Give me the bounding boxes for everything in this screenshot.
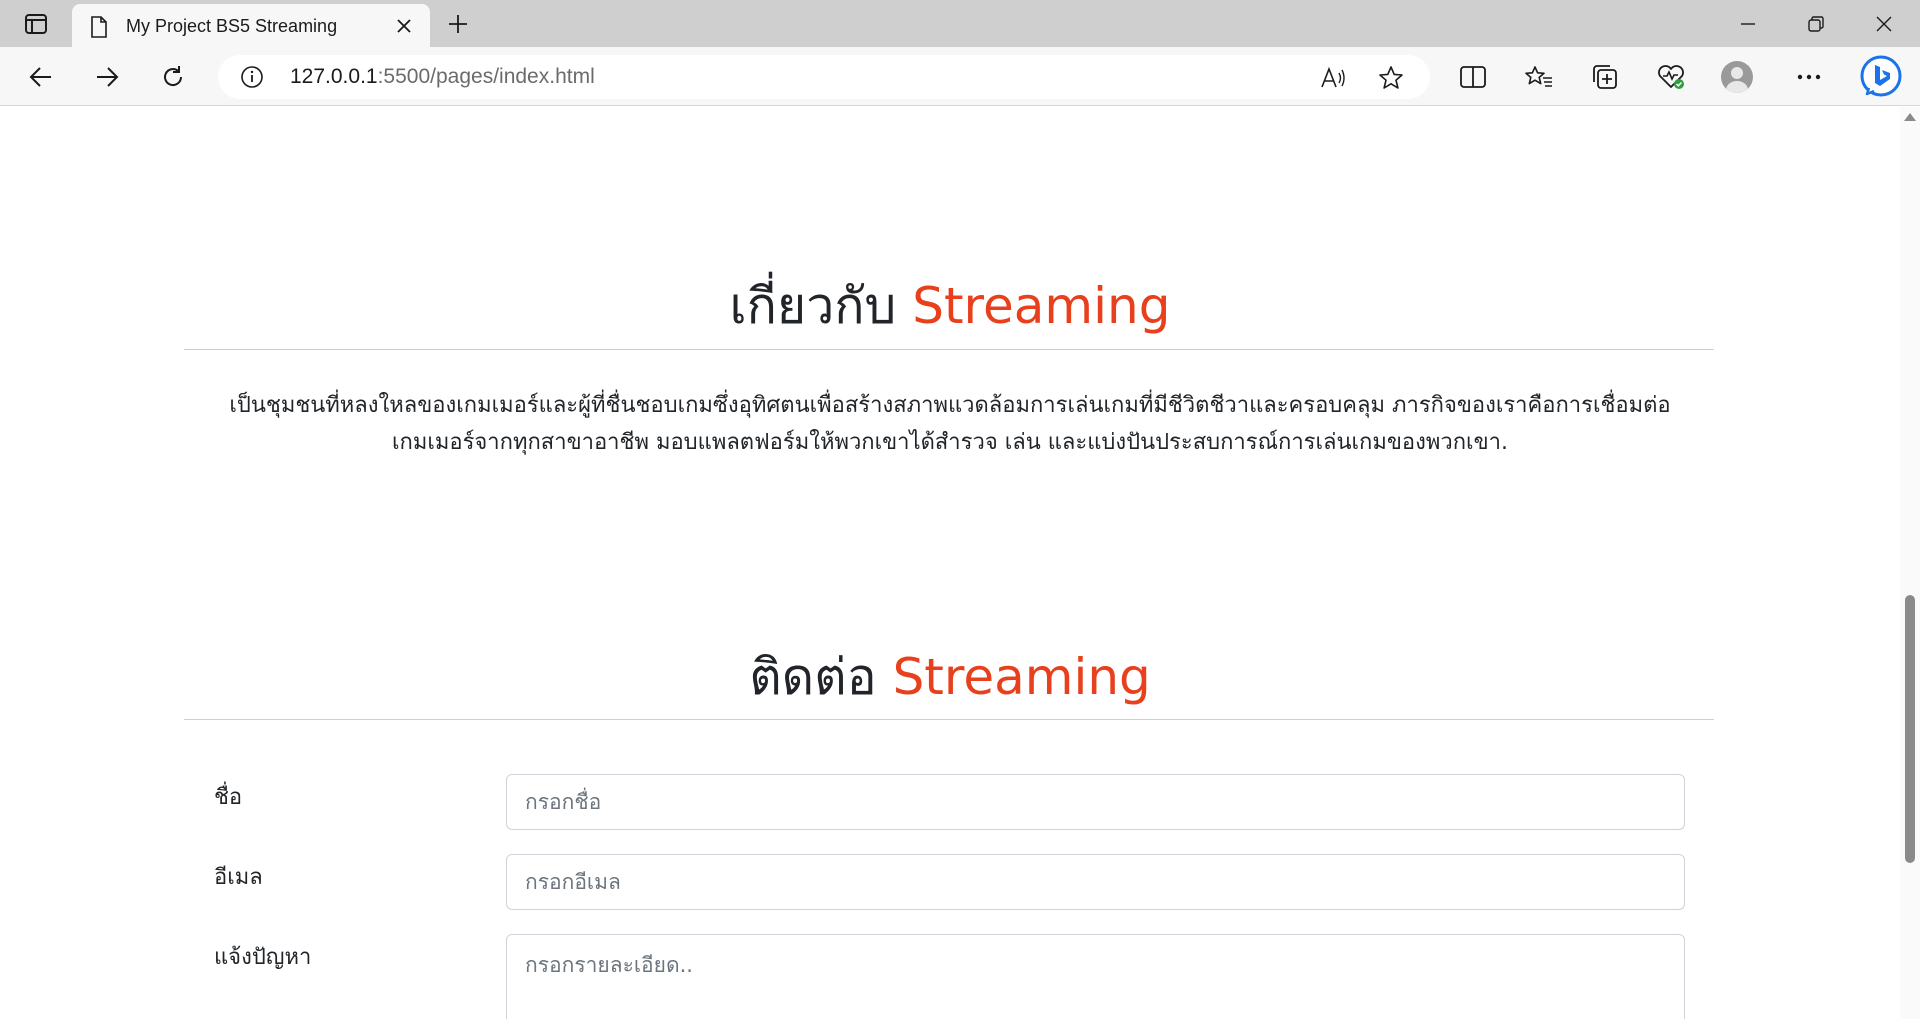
minimize-icon[interactable] — [1714, 0, 1782, 47]
split-screen-icon[interactable] — [1454, 58, 1492, 96]
scrollbar-thumb[interactable] — [1905, 595, 1915, 863]
contact-divider — [184, 719, 1714, 720]
name-label: ชื่อ — [214, 785, 243, 810]
new-tab-icon[interactable] — [442, 8, 474, 40]
back-icon[interactable] — [22, 58, 60, 96]
name-input[interactable] — [506, 774, 1685, 830]
read-aloud-icon[interactable] — [1318, 63, 1348, 93]
favorite-star-icon[interactable] — [1376, 63, 1406, 93]
email-label: อีเมล — [214, 865, 263, 890]
tab-actions-icon[interactable] — [18, 10, 54, 38]
forward-icon[interactable] — [88, 58, 126, 96]
browser-toolbar: 127.0.0.1:5500/pages/index.html — [0, 47, 1920, 106]
contact-heading: ติดต่อ Streaming — [0, 638, 1900, 717]
browser-essentials-icon[interactable] — [1652, 58, 1690, 96]
about-heading-accent: Streaming — [912, 277, 1171, 335]
refresh-icon[interactable] — [154, 58, 192, 96]
url-host: 127.0.0.1 — [290, 65, 378, 88]
about-description-line2: เกมเมอร์จากทุกสาขาอาชีพ มอบแพลตฟอร์มให้พ… — [392, 430, 1508, 455]
close-window-icon[interactable] — [1850, 0, 1918, 47]
about-divider — [184, 349, 1714, 350]
browser-tab-active[interactable]: My Project BS5 Streaming — [72, 4, 430, 47]
more-options-icon[interactable] — [1790, 58, 1828, 96]
collections-icon[interactable] — [1586, 58, 1624, 96]
favorites-icon[interactable] — [1520, 58, 1558, 96]
issue-label: แจ้งปัญหา — [214, 945, 312, 970]
site-info-icon[interactable] — [240, 65, 264, 93]
about-description-line1: เป็นชุมชนที่หลงใหลของเกมเมอร์และผู้ที่ชื… — [229, 393, 1671, 418]
scroll-up-arrow-icon[interactable] — [1904, 113, 1916, 121]
tab-title: My Project BS5 Streaming — [126, 16, 338, 36]
about-heading: เกี่ยวกับ Streaming — [0, 267, 1900, 346]
about-description: เป็นชุมชนที่หลงใหลของเกมเมอร์และผู้ที่ชื… — [190, 387, 1710, 461]
page-icon — [90, 16, 108, 42]
url-text[interactable]: 127.0.0.1:5500/pages/index.html — [290, 65, 595, 89]
bing-copilot-icon[interactable] — [1858, 53, 1904, 99]
contact-heading-accent: Streaming — [892, 648, 1151, 706]
avatar — [1721, 61, 1753, 93]
restore-icon[interactable] — [1782, 0, 1850, 47]
url-path: :5500/pages/index.html — [377, 65, 595, 88]
profile-avatar[interactable] — [1718, 58, 1756, 96]
address-bar[interactable]: 127.0.0.1:5500/pages/index.html — [218, 55, 1430, 99]
email-input[interactable] — [506, 854, 1685, 910]
contact-heading-text: ติดต่อ — [749, 648, 877, 706]
about-heading-text: เกี่ยวกับ — [729, 277, 897, 335]
browser-tab-bar: My Project BS5 Streaming — [0, 0, 1920, 47]
close-tab-icon[interactable] — [392, 14, 416, 38]
page-viewport: เกี่ยวกับ Streaming เป็นชุมชนที่หลงใหลขอ… — [0, 107, 1900, 1019]
issue-textarea[interactable] — [506, 934, 1685, 1019]
page-scrollbar[interactable] — [1900, 107, 1920, 1019]
